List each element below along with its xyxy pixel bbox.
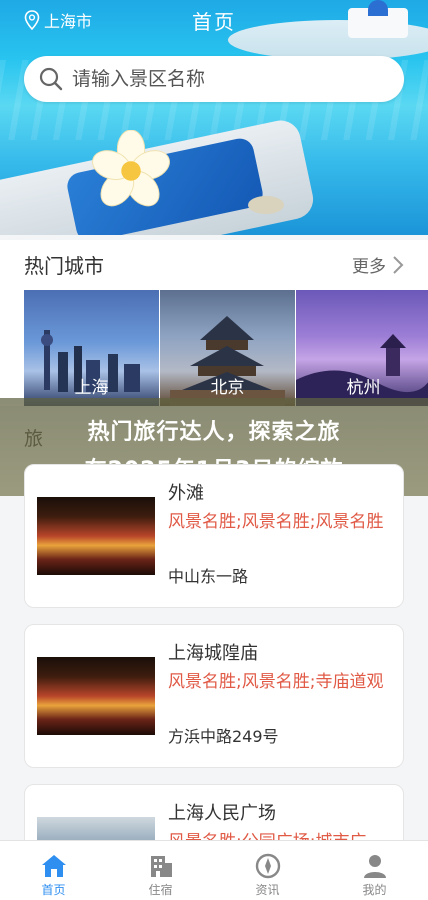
city-name: 上海 [74,378,109,398]
attraction-card[interactable]: 上海城隍庙 风景名胜;风景名胜;寺庙道观 方浜中路249号 [24,624,404,768]
tab-label: 首页 [41,883,66,897]
search-icon [39,67,63,91]
more-cities-link[interactable]: 更多 [352,252,404,277]
tab-news[interactable]: 资讯 [214,841,321,900]
hot-cities-row: 上海 北京 杭州 [0,288,428,406]
user-icon [363,855,386,878]
tab-home[interactable]: 首页 [0,841,107,900]
bottom-tab-bar: 首页 住宿 资讯 我的 [0,840,428,900]
tab-profile[interactable]: 我的 [321,841,428,900]
tab-hotel[interactable]: 住宿 [107,841,214,900]
attraction-name: 外滩 [168,483,204,504]
attraction-thumbnail [37,497,155,575]
tab-label: 我的 [362,883,387,897]
attraction-address: 中山东一路 [168,567,249,586]
search-input[interactable] [72,68,372,90]
attraction-name: 上海人民广场 [168,803,276,824]
hot-cities-title: 热门城市 [24,254,104,278]
search-bar[interactable] [24,56,404,102]
home-icon [41,855,66,877]
banner-line-1: 热门旅行达人，探索之旅 [87,420,341,445]
chevron-right-icon [393,255,404,274]
attraction-name: 上海城隍庙 [168,643,258,664]
attraction-tags: 风景名胜;风景名胜;寺庙道观 [168,672,384,692]
page-title: 首页 [192,10,236,34]
tab-label: 资讯 [255,883,280,897]
attraction-thumbnail [37,657,155,735]
city-card-hangzhou[interactable]: 杭州 [296,290,428,406]
attraction-tags: 风景名胜;风景名胜;风景名胜 [168,512,384,532]
hotel-icon [150,856,172,877]
more-label: 更多 [352,257,386,277]
attraction-address: 方浜中路249号 [168,727,279,746]
city-name: 北京 [210,378,245,398]
city-card-beijing[interactable]: 北京 [160,290,295,406]
news-icon [255,853,280,879]
hot-cities-header: 热门城市 更多 [0,240,428,288]
tab-label: 住宿 [148,883,173,897]
city-card-shanghai[interactable]: 上海 [24,290,159,406]
top-bar: 上海市 首页 [0,0,428,40]
flower-decoration [92,130,170,207]
attraction-card[interactable]: 外滩 风景名胜;风景名胜;风景名胜 中山东一路 [24,464,404,608]
city-name: 杭州 [346,378,381,398]
